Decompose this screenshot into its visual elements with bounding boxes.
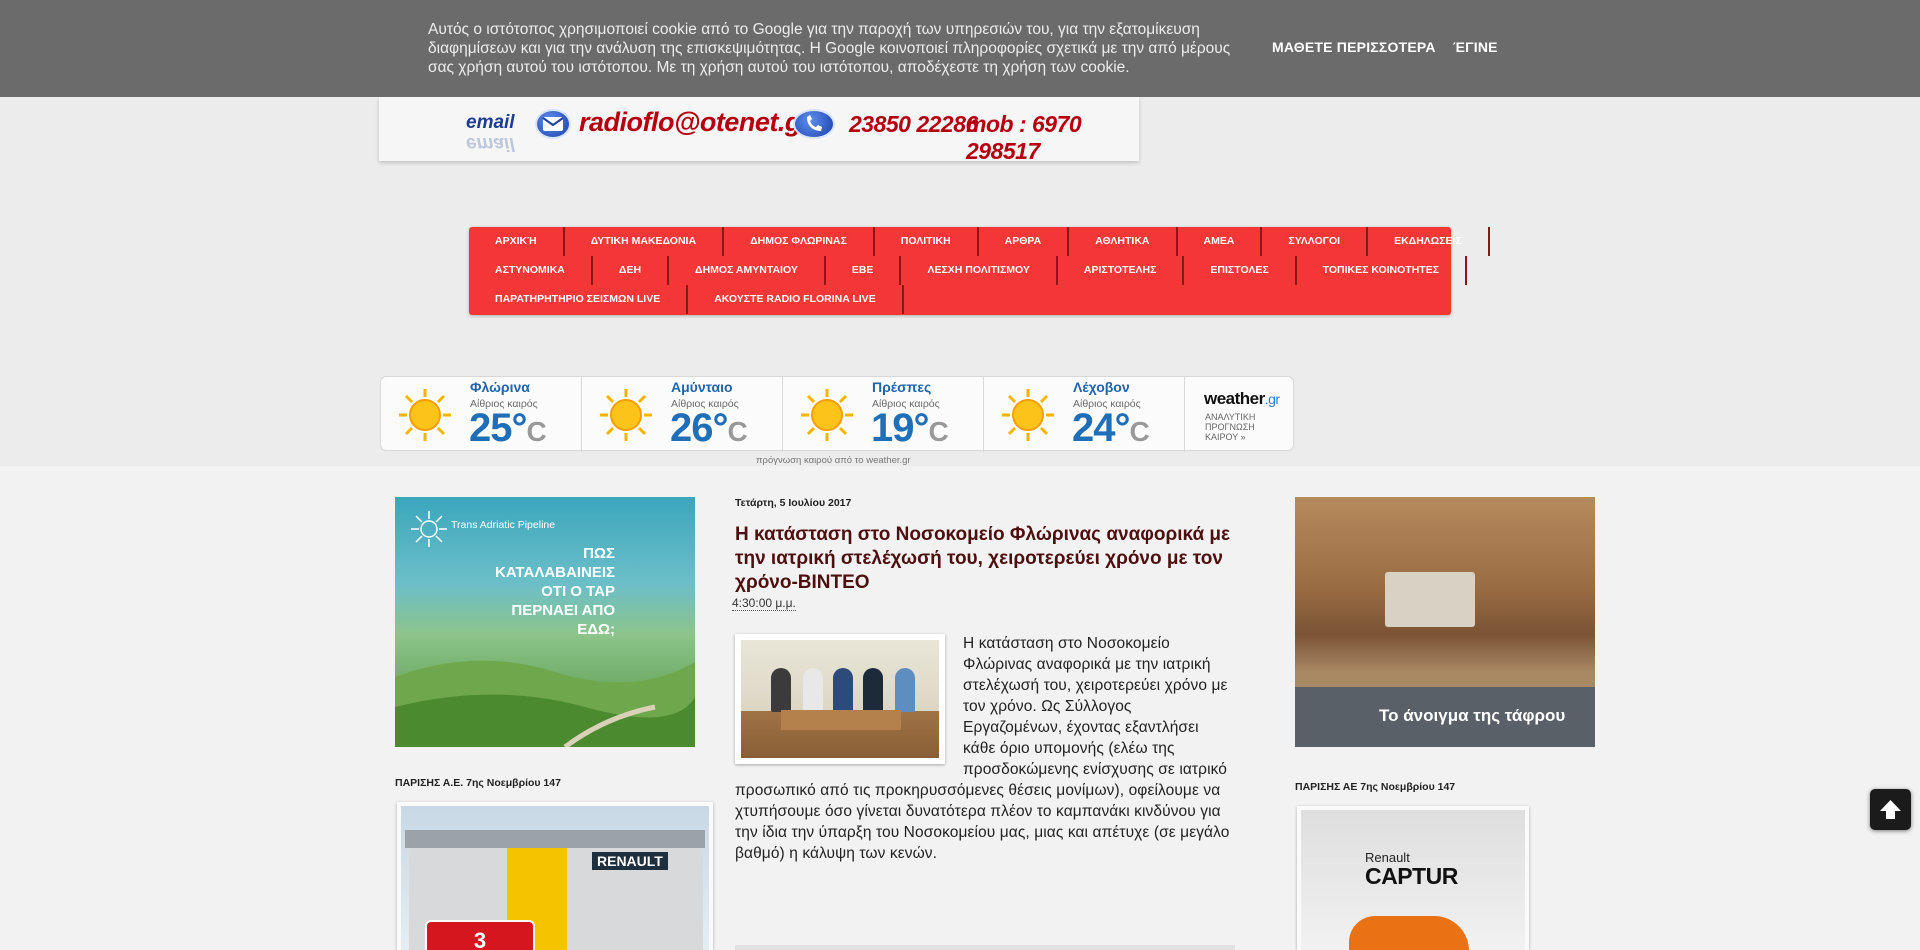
- dealer-label: ΠΑΡΙΣΗΣ ΑΕ 7ης Νοεμβρίου 147: [1295, 781, 1456, 793]
- tap-ad-headline: ΠΩΣ ΚΑΤΑΛΑΒΑΙΝΕΙΣ ΟΤΙ Ο TAP ΠΕΡΝΑΕΙ ΑΠΟ …: [495, 545, 615, 638]
- tap-brand: Trans Adriatic Pipeline: [451, 519, 556, 531]
- envelope-icon: [535, 109, 571, 139]
- weather-city: Λέχοβον: [1073, 379, 1130, 395]
- nav-item-florina-municipality[interactable]: ΔΗΜΟΣ ΦΛΩΡΙΝΑΣ: [724, 227, 875, 256]
- contact-mobile: mob : 6970 298517: [966, 111, 1082, 164]
- weather-gr-logo[interactable]: weather.gr: [1204, 389, 1280, 409]
- temp-value: 26°: [670, 406, 728, 450]
- nav-item-culture-club[interactable]: ΛΕΣΧΗ ΠΟΛΙΤΙΣΜΟΥ: [901, 256, 1058, 285]
- nav-item-associations[interactable]: ΣΥΛΛΟΓΟΙ: [1262, 227, 1369, 256]
- contact-phone: 23850 22286: [849, 111, 978, 137]
- sun-icon: [600, 389, 652, 441]
- car-model: CAPTUR: [1365, 863, 1458, 889]
- weather-city: Αμύνταιο: [671, 379, 733, 395]
- temp-value: 25°: [469, 406, 527, 450]
- nav-item-dei[interactable]: ΔΕΗ: [593, 256, 670, 285]
- tap-logo-icon: [411, 511, 447, 547]
- weather-widget[interactable]: Φλώρινα Αίθριος καιρός 25°C Αμύνταιο Αίθ…: [380, 376, 1294, 452]
- nav-item-ebe[interactable]: ΕΒΕ: [826, 256, 902, 285]
- sun-icon: [1002, 389, 1054, 441]
- nav-item-letters[interactable]: ΕΠΙΣΤΟΛΕΣ: [1184, 256, 1297, 285]
- nav-item-events[interactable]: ΕΚΔΗΛΩΣΕΙΣ: [1368, 227, 1490, 256]
- weather-city: Πρέσπες: [872, 379, 932, 395]
- renault-sign: RENAULT: [592, 852, 668, 870]
- landscape-image: [395, 660, 695, 747]
- back-to-top-button[interactable]: [1870, 789, 1911, 830]
- post-body: Η κατάσταση στο Νοσοκομείο Φλώρινας αναφ…: [735, 633, 1235, 864]
- weather-temperature: 24°C: [1072, 406, 1150, 451]
- phone-icon: [793, 109, 835, 139]
- weather-cell: Λέχοβον Αίθριος καιρός 24°C: [984, 377, 1185, 452]
- weather-temperature: 19°C: [871, 406, 949, 451]
- email-label: email: [466, 112, 515, 133]
- email-label-reflection: email: [466, 133, 515, 154]
- car-image: [1349, 916, 1469, 950]
- nav-item-amyntaio-municipality[interactable]: ΔΗΜΟΣ ΑΜΥΝΤΑΙΟΥ: [669, 256, 826, 285]
- cookie-consent-text: Αυτός ο ιστότοπος χρησιμοποιεί cookie απ…: [428, 21, 1231, 76]
- nav-item-home[interactable]: ΑΡΧΙΚΉ: [469, 227, 565, 256]
- weather-credit[interactable]: πρόγνωση καιρού από το weather.gr: [756, 455, 911, 466]
- dealer-label: ΠΑΡΙΣΗΣ Α.Ε. 7ης Νοεμβρίου 147: [395, 777, 561, 789]
- image-spacer: [735, 633, 963, 778]
- header-contact-banner: email email radioflo@otenet.gr 23850 222…: [379, 97, 1139, 164]
- arrow-up-icon: [1880, 800, 1901, 819]
- nav-item-politics[interactable]: ΠΟΛΙΤΙΚΗ: [875, 227, 979, 256]
- weather-logo-suffix: .gr: [1264, 391, 1280, 407]
- main-navigation: ΑΡΧΙΚΉ ΔΥΤΙΚΗ ΜΑΚΕΔΟΝΙΑ ΔΗΜΟΣ ΦΛΩΡΙΝΑΣ Π…: [469, 227, 1490, 315]
- detailed-forecast-link[interactable]: ΑΝΑΛΥΤΙΚΗ ΠΡΟΓΝΩΣΗ ΚΑΙΡΟΥ »: [1205, 412, 1285, 442]
- post-time[interactable]: 4:30:00 μ.μ.: [732, 596, 796, 611]
- nav-item-west-macedonia[interactable]: ΔΥΤΙΚΗ ΜΑΚΕΔΟΝΙΑ: [565, 227, 725, 256]
- post-title[interactable]: Η κατάσταση στο Νοσοκομείο Φλώρινας αναφ…: [735, 523, 1235, 595]
- nav-row: ΠΑΡΑΤΗΡΗΤΗΡΙΟ ΣΕΙΣΜΩΝ LIVE ΑΚΟΥΣΤΕ RADIO…: [469, 285, 904, 314]
- weather-cell: Αμύνταιο Αίθριος καιρός 26°C: [582, 377, 783, 452]
- photo-roof: [405, 830, 705, 848]
- promo-badge: 3: [425, 920, 535, 950]
- nav-item-seismic-live[interactable]: ΠΑΡΑΤΗΡΗΤΗΡΙΟ ΣΕΙΣΜΩΝ LIVE: [469, 285, 689, 314]
- temp-value: 19°: [871, 406, 929, 450]
- trench-advertisement[interactable]: Το άνοιγμα της τάφρου: [1295, 497, 1595, 747]
- nav-item-articles[interactable]: ΑΡΘΡΑ: [979, 227, 1070, 256]
- weather-cell: Πρέσπες Αίθριος καιρός 19°C: [783, 377, 984, 452]
- renault-dealer-photo[interactable]: RENAULT 3: [397, 802, 713, 950]
- excavator-image: [1385, 572, 1475, 627]
- temp-unit: C: [1129, 416, 1150, 447]
- tap-advertisement[interactable]: Trans Adriatic Pipeline ΠΩΣ ΚΑΤΑΛΑΒΑΙΝΕΙ…: [395, 497, 695, 747]
- temp-unit: C: [928, 416, 949, 447]
- nav-item-aristotelis[interactable]: ΑΡΙΣΤΟΤΕΛΗΣ: [1058, 256, 1185, 285]
- temp-value: 24°: [1072, 406, 1130, 450]
- nav-item-radio-live[interactable]: ΑΚΟΥΣΤΕ RADIO FLORINA LIVE: [688, 285, 904, 314]
- trench-ad-caption: Το άνοιγμα της τάφρου: [1379, 706, 1566, 725]
- contact-email[interactable]: radioflo@otenet.gr: [579, 107, 811, 138]
- nav-item-local-communities[interactable]: ΤΟΠΙΚΕΣ ΚΟΙΝΟΤΗΤΕΣ: [1297, 256, 1468, 285]
- accept-cookies-button[interactable]: ΈΓΙΝΕ: [1453, 39, 1498, 55]
- post-date: Τετάρτη, 5 Ιουλίου 2017: [735, 497, 852, 509]
- sun-icon: [399, 389, 451, 441]
- weather-cell: Φλώρινα Αίθριος καιρός 25°C: [381, 377, 582, 452]
- post-divider: [735, 945, 1235, 950]
- nav-item-amea[interactable]: ΑΜΕΑ: [1178, 227, 1263, 256]
- nav-row: ΑΣΤΥΝΟΜΙΚΑ ΔΕΗ ΔΗΜΟΣ ΑΜΥΝΤΑΙΟΥ ΕΒΕ ΛΕΣΧΗ…: [469, 256, 1468, 285]
- nav-item-police[interactable]: ΑΣΤΥΝΟΜΙΚΑ: [469, 256, 593, 285]
- renault-captur-ad[interactable]: Renault CAPTUR: [1297, 806, 1529, 950]
- weather-temperature: 26°C: [670, 406, 748, 451]
- sun-icon: [801, 389, 853, 441]
- weather-city: Φλώρινα: [470, 379, 530, 395]
- cookie-consent-bar: Αυτός ο ιστότοπος χρησιμοποιεί cookie απ…: [0, 0, 1920, 97]
- weather-logo-text: weather: [1204, 389, 1265, 408]
- nav-row: ΑΡΧΙΚΉ ΔΥΤΙΚΗ ΜΑΚΕΔΟΝΙΑ ΔΗΜΟΣ ΦΛΩΡΙΝΑΣ Π…: [469, 227, 1490, 256]
- temp-unit: C: [526, 416, 547, 447]
- temp-unit: C: [727, 416, 748, 447]
- nav-item-sports[interactable]: ΑΘΛΗΤΙΚΑ: [1069, 227, 1178, 256]
- learn-more-button[interactable]: ΜΑΘΕΤΕ ΠΕΡΙΣΣΟΤΕΡΑ: [1272, 39, 1436, 55]
- weather-temperature: 25°C: [469, 406, 547, 451]
